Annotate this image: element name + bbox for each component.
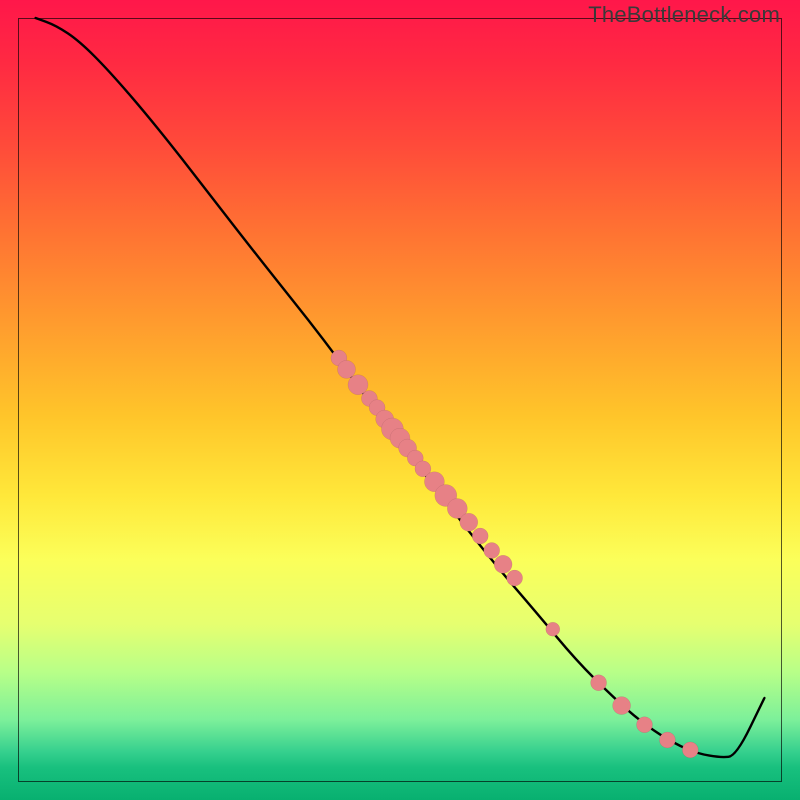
scatter-dot	[494, 555, 512, 573]
scatter-dot	[338, 360, 356, 378]
chart-container: TheBottleneck.com	[0, 0, 800, 800]
scatter-dot	[484, 543, 500, 559]
scatter-dot	[507, 570, 523, 586]
watermark-text: TheBottleneck.com	[588, 2, 780, 28]
scatter-dot	[682, 742, 698, 758]
chart-overlay	[0, 0, 800, 800]
scatter-dot	[613, 697, 631, 715]
scatter-dot	[472, 528, 488, 544]
bottleneck-curve	[36, 18, 765, 757]
scatter-dot	[637, 717, 653, 733]
scatter-dots	[331, 350, 698, 758]
scatter-dot	[659, 732, 675, 748]
scatter-dot	[591, 675, 607, 691]
scatter-dot	[460, 513, 478, 531]
scatter-dot	[546, 622, 560, 636]
